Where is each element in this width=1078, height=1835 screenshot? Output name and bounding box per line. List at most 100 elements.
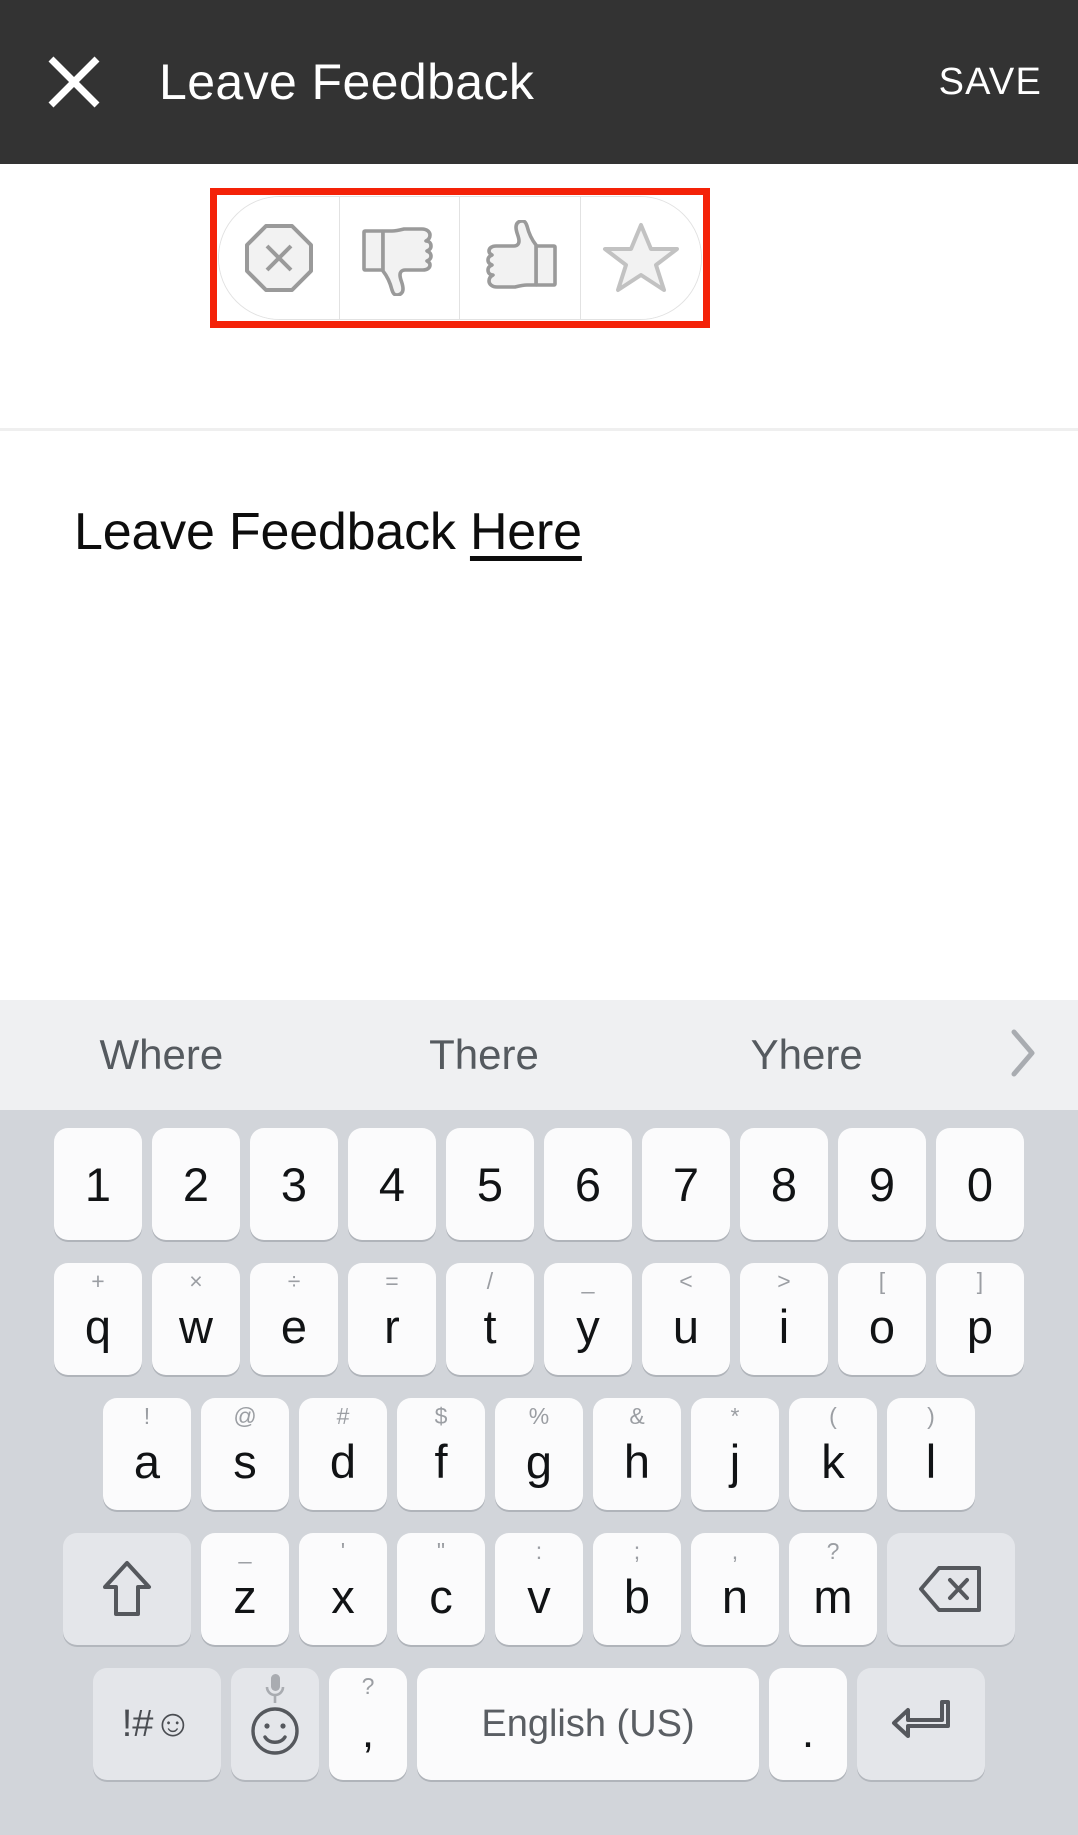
key-o[interactable]: [o	[838, 1263, 926, 1375]
key-i[interactable]: > i	[740, 1263, 828, 1375]
key-d[interactable]: # d	[299, 1398, 387, 1510]
key-alt-label: +	[91, 1268, 105, 1294]
key-label: f	[434, 1434, 448, 1488]
close-button[interactable]	[22, 0, 126, 164]
key-w[interactable]: × w	[152, 1263, 240, 1375]
key-label: 4	[378, 1157, 406, 1211]
key-c[interactable]: " c	[397, 1533, 485, 1645]
key-f[interactable]: $ f	[397, 1398, 485, 1510]
space-key-label: English (US)	[481, 1703, 695, 1745]
key-alt-label: :	[535, 1538, 543, 1564]
keyboard-row-top: + q × w ÷ e = r / t _ y < u > i [o ] p	[0, 1257, 1078, 1381]
microphone-icon	[262, 1672, 288, 1706]
key-e[interactable]: ÷ e	[250, 1263, 338, 1375]
key-3[interactable]: 3	[250, 1128, 338, 1240]
key-alt-label: ?	[826, 1538, 840, 1564]
key-alt-label: <	[679, 1268, 693, 1294]
key-m[interactable]: ? m	[789, 1533, 877, 1645]
rating-option-thumbs-up[interactable]	[460, 197, 581, 319]
key-j[interactable]: * j	[691, 1398, 779, 1510]
key-alt-label: /	[486, 1268, 494, 1294]
key-h[interactable]: & h	[593, 1398, 681, 1510]
suggestion-item-3[interactable]: Yhere	[645, 1031, 968, 1079]
key-alt-label: %	[528, 1403, 550, 1429]
key-n[interactable]: ,n	[691, 1533, 779, 1645]
key-label: t	[483, 1299, 497, 1353]
key-4[interactable]: 4	[348, 1128, 436, 1240]
key-label: 0	[966, 1157, 994, 1211]
key-8[interactable]: 8	[740, 1128, 828, 1240]
enter-key[interactable]	[857, 1668, 985, 1780]
suggestion-item-1[interactable]: Where	[0, 1031, 323, 1079]
key-y[interactable]: _ y	[544, 1263, 632, 1375]
key-9[interactable]: 9	[838, 1128, 926, 1240]
key-alt-label: *	[730, 1403, 740, 1429]
key-label: u	[672, 1299, 700, 1353]
key-x[interactable]: ' x	[299, 1533, 387, 1645]
key-label: m	[813, 1569, 853, 1623]
key-label: .	[801, 1708, 815, 1757]
key-label: a	[133, 1434, 161, 1488]
key-b[interactable]: ; b	[593, 1533, 681, 1645]
key-7[interactable]: 7	[642, 1128, 730, 1240]
key-label: ,	[361, 1708, 375, 1757]
key-s[interactable]: @ s	[201, 1398, 289, 1510]
key-alt-label: ×	[189, 1268, 203, 1294]
suggestions-expand-button[interactable]	[968, 1027, 1078, 1084]
suggestion-item-2[interactable]: There	[323, 1031, 646, 1079]
key-label: q	[84, 1299, 112, 1353]
emoji-key[interactable]	[231, 1668, 319, 1780]
key-alt-label: ?	[361, 1673, 375, 1699]
key-label: b	[623, 1569, 651, 1623]
rating-option-star[interactable]	[580, 197, 701, 319]
key-u[interactable]: < u	[642, 1263, 730, 1375]
key-a[interactable]: ! a	[103, 1398, 191, 1510]
key-alt-label: ,	[731, 1538, 739, 1564]
comma-key[interactable]: ? ,	[329, 1668, 407, 1780]
space-key[interactable]: English (US)	[417, 1668, 759, 1780]
key-5[interactable]: 5	[446, 1128, 534, 1240]
feedback-text-area[interactable]: Leave Feedback Here	[0, 440, 1078, 1000]
shift-key[interactable]	[63, 1533, 191, 1645]
rating-option-thumbs-down[interactable]	[339, 197, 460, 319]
key-l[interactable]: ) l	[887, 1398, 975, 1510]
key-label: s	[233, 1434, 257, 1488]
key-alt-label: =	[385, 1268, 399, 1294]
key-p[interactable]: ] p	[936, 1263, 1024, 1375]
key-0[interactable]: 0	[936, 1128, 1024, 1240]
key-alt-label: ÷	[287, 1268, 301, 1294]
key-label: 6	[574, 1157, 602, 1211]
keyboard-row-numbers: 1 2 3 4 5 6 7 8 9 0	[0, 1122, 1078, 1246]
key-alt-label: (	[829, 1403, 837, 1429]
save-button[interactable]: SAVE	[939, 61, 1042, 104]
symbols-key-label: !#☺	[121, 1703, 193, 1745]
key-alt-label: ;	[633, 1538, 641, 1564]
key-6[interactable]: 6	[544, 1128, 632, 1240]
key-label: k	[821, 1434, 845, 1488]
page-title: Leave Feedback	[159, 54, 535, 110]
key-1[interactable]: 1	[54, 1128, 142, 1240]
rating-selector[interactable]	[218, 196, 702, 320]
key-t[interactable]: / t	[446, 1263, 534, 1375]
key-g[interactable]: % g	[495, 1398, 583, 1510]
key-label: e	[280, 1299, 308, 1353]
key-alt-label: ]	[976, 1268, 984, 1294]
period-key[interactable]: .	[769, 1668, 847, 1780]
symbols-key[interactable]: !#☺	[93, 1668, 221, 1780]
key-k[interactable]: (k	[789, 1398, 877, 1510]
key-label: 2	[182, 1157, 210, 1211]
key-label: 1	[84, 1157, 112, 1211]
key-label: l	[925, 1434, 937, 1488]
key-q[interactable]: + q	[54, 1263, 142, 1375]
key-r[interactable]: = r	[348, 1263, 436, 1375]
rating-option-block[interactable]	[219, 197, 340, 319]
thumbs-down-icon	[359, 220, 439, 296]
key-z[interactable]: _ z	[201, 1533, 289, 1645]
key-v[interactable]: :v	[495, 1533, 583, 1645]
key-label: p	[966, 1299, 994, 1353]
feedback-text-value: Leave Feedback Here	[74, 500, 1008, 565]
key-2[interactable]: 2	[152, 1128, 240, 1240]
key-label: o	[868, 1299, 896, 1353]
keyboard-row-home: ! a @ s # d $ f % g & h * j (k ) l	[0, 1392, 1078, 1516]
backspace-key[interactable]	[887, 1533, 1015, 1645]
